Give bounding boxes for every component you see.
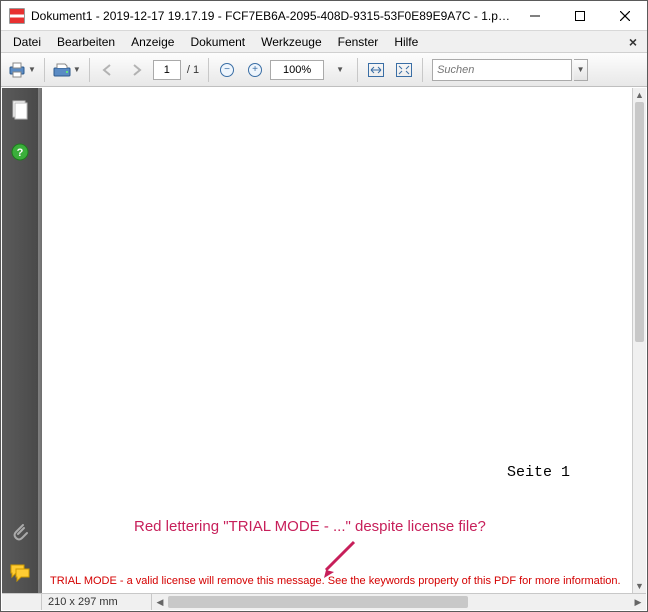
- zoom-in-button[interactable]: +: [242, 57, 268, 83]
- scroll-down-icon[interactable]: ▼: [633, 579, 646, 593]
- chevron-down-icon: ▼: [577, 65, 585, 74]
- menu-anzeige[interactable]: Anzeige: [123, 33, 182, 51]
- trial-mode-message: TRIAL MODE - a valid license will remove…: [50, 575, 622, 587]
- toolbar: ▼ ▼ / 1 − + 100% ▼: [1, 53, 647, 87]
- horizontal-scrollbar[interactable]: ◀ ▶: [152, 594, 646, 610]
- separator: [89, 58, 90, 82]
- svg-text:?: ?: [17, 147, 24, 159]
- menu-fenster[interactable]: Fenster: [330, 33, 387, 51]
- separator: [422, 58, 423, 82]
- help-icon: ?: [11, 143, 29, 161]
- close-icon: [620, 11, 630, 21]
- body-area: ? Seite 1 Red lettering "TRIAL MODE - ..…: [2, 88, 646, 593]
- print-button[interactable]: ▼: [5, 57, 39, 83]
- sidebar-comments-button[interactable]: [10, 563, 30, 583]
- next-page-icon: [129, 63, 143, 77]
- next-page-button[interactable]: [123, 57, 149, 83]
- fit-page-icon: [396, 63, 412, 77]
- sidebar-attachments-button[interactable]: [10, 521, 30, 541]
- menu-datei[interactable]: Datei: [5, 33, 49, 51]
- zoom-dropdown[interactable]: ▼: [326, 57, 352, 83]
- annotation-text: Red lettering "TRIAL MODE - ..." despite…: [134, 518, 486, 535]
- minimize-button[interactable]: [512, 1, 557, 30]
- titlebar: Dokument1 - 2019-12-17 19.17.19 - FCF7EB…: [1, 1, 647, 31]
- fit-page-button[interactable]: [391, 57, 417, 83]
- fit-width-icon: [368, 63, 384, 77]
- maximize-icon: [575, 11, 585, 21]
- zoom-value-label: 100%: [283, 64, 311, 76]
- search-box[interactable]: [432, 59, 572, 81]
- page-footer-text: Seite 1: [507, 464, 570, 481]
- pages-panel-icon: [11, 100, 29, 120]
- menu-werkzeuge[interactable]: Werkzeuge: [253, 33, 329, 51]
- zoom-in-icon: +: [248, 63, 262, 77]
- prev-page-icon: [101, 63, 115, 77]
- annotation-arrow-icon: [314, 540, 364, 580]
- vertical-scrollbar[interactable]: ▲ ▼: [632, 88, 646, 593]
- window-title: Dokument1 - 2019-12-17 19.17.19 - FCF7EB…: [31, 9, 512, 23]
- minimize-icon: [530, 11, 540, 21]
- separator: [44, 58, 45, 82]
- fit-width-button[interactable]: [363, 57, 389, 83]
- scroll-right-icon[interactable]: ▶: [630, 597, 646, 608]
- menu-dokument[interactable]: Dokument: [182, 33, 253, 51]
- hscroll-track[interactable]: [168, 595, 630, 609]
- sidebar-help-button[interactable]: ?: [10, 142, 30, 162]
- sidebar-pages-button[interactable]: [10, 100, 30, 120]
- page-dimensions-label: 210 x 297 mm: [42, 594, 152, 610]
- scroll-up-icon[interactable]: ▲: [633, 88, 646, 102]
- attachment-icon: [11, 521, 29, 541]
- menubar: Datei Bearbeiten Anzeige Dokument Werkze…: [1, 31, 647, 53]
- close-button[interactable]: [602, 1, 647, 30]
- statusbar: 210 x 297 mm ◀ ▶: [2, 593, 646, 610]
- chevron-down-icon: ▼: [336, 65, 344, 74]
- search-dropdown[interactable]: ▼: [574, 59, 588, 81]
- scroll-thumb[interactable]: [635, 102, 644, 342]
- search-input[interactable]: [437, 64, 567, 76]
- close-pane-button[interactable]: ×: [623, 34, 643, 50]
- scroll-left-icon[interactable]: ◀: [152, 597, 168, 608]
- zoom-out-button[interactable]: −: [214, 57, 240, 83]
- menu-bearbeiten[interactable]: Bearbeiten: [49, 33, 123, 51]
- page-total-label: / 1: [183, 64, 203, 76]
- document-viewport[interactable]: Seite 1 Red lettering "TRIAL MODE - ..."…: [38, 88, 646, 593]
- zoom-out-icon: −: [220, 63, 234, 77]
- page-number-input[interactable]: [153, 60, 181, 80]
- chevron-down-icon: ▼: [28, 65, 36, 74]
- scan-button[interactable]: ▼: [50, 57, 84, 83]
- separator: [208, 58, 209, 82]
- scan-icon: [53, 62, 71, 78]
- hscroll-thumb[interactable]: [168, 596, 468, 608]
- sidebar: ?: [2, 88, 38, 593]
- zoom-value-box[interactable]: 100%: [270, 60, 324, 80]
- app-icon: [9, 8, 25, 24]
- chevron-down-icon: ▼: [73, 65, 81, 74]
- separator: [357, 58, 358, 82]
- status-slot-1: [2, 594, 42, 610]
- prev-page-button[interactable]: [95, 57, 121, 83]
- document-page: Seite 1 Red lettering "TRIAL MODE - ..."…: [42, 88, 632, 593]
- maximize-button[interactable]: [557, 1, 602, 30]
- menu-hilfe[interactable]: Hilfe: [386, 33, 426, 51]
- comments-icon: [10, 564, 30, 582]
- print-icon: [8, 62, 26, 78]
